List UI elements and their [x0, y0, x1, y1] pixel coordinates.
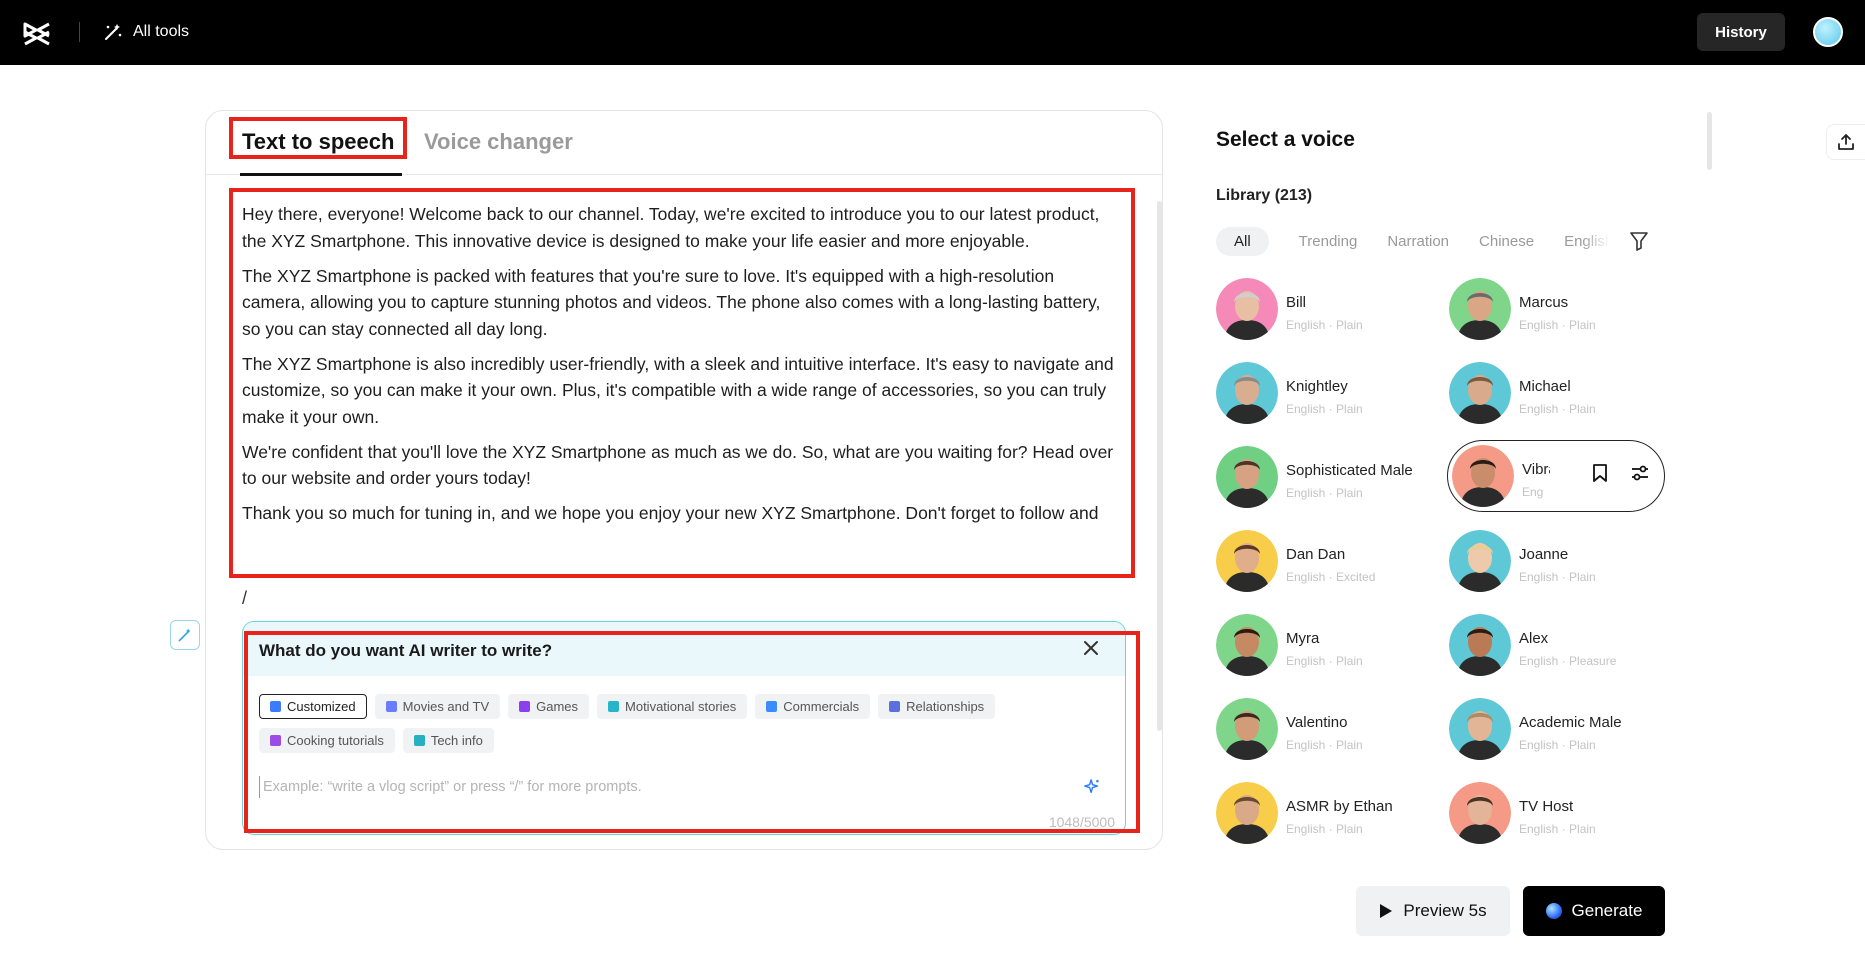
ai-writer-toggle-button[interactable] — [170, 620, 200, 650]
highlight-box-script — [229, 188, 1135, 578]
voice-item[interactable]: TV Host English · Plain — [1449, 781, 1669, 847]
filter-narration[interactable]: Narration — [1387, 233, 1449, 250]
voice-description: English · Plain — [1286, 402, 1363, 416]
play-icon — [1380, 904, 1393, 918]
voice-item[interactable]: Dan Dan English · Excited — [1216, 529, 1436, 595]
all-tools-button[interactable]: All tools — [103, 20, 189, 44]
voice-description: English · Plain — [1519, 822, 1596, 836]
voice-panel-title: Select a voice — [1216, 128, 1355, 151]
voice-description: English · Plain — [1519, 402, 1596, 416]
voice-name: Bill — [1286, 294, 1307, 311]
highlight-box-tab — [229, 117, 407, 159]
voice-avatar — [1216, 614, 1278, 676]
editor-card: Text to speech Voice changer Hey there, … — [205, 110, 1163, 850]
sliders-icon[interactable] — [1630, 463, 1650, 483]
slash-command-text: / — [242, 588, 248, 608]
voice-name: Alex — [1519, 630, 1549, 647]
voice-description: English · Plain — [1286, 822, 1363, 836]
voice-item[interactable]: Academic Male English · Plain — [1449, 697, 1669, 763]
voice-description: English · Plain — [1286, 738, 1363, 752]
voice-item[interactable]: Valentino English · Plain — [1216, 697, 1436, 763]
voice-name: Vibrant — [1522, 461, 1550, 478]
voice-panel-scrollbar[interactable] — [1707, 112, 1712, 170]
voice-item[interactable]: Knightley English · Plain — [1216, 361, 1436, 427]
voice-item[interactable]: ASMR by Ethan English · Plain — [1216, 781, 1436, 847]
all-tools-label: All tools — [133, 23, 190, 40]
magic-wand-icon — [105, 24, 122, 40]
preview-button[interactable]: Preview 5s — [1356, 886, 1510, 936]
voice-avatar — [1449, 362, 1511, 424]
voice-avatar — [1216, 782, 1278, 844]
voice-avatar — [1216, 530, 1278, 592]
magic-wand-icon — [178, 628, 191, 642]
voice-name: Sophisticated Male — [1286, 462, 1413, 479]
top-bar: All tools History — [0, 0, 1865, 65]
filter-trending[interactable]: Trending — [1299, 233, 1358, 250]
capcut-logo-icon[interactable] — [22, 18, 52, 48]
voice-item[interactable]: Joanne English · Plain — [1449, 529, 1669, 595]
voice-item[interactable]: Michael English · Plain — [1449, 361, 1669, 427]
voice-item[interactable]: Sophisticated Male English · Plain — [1216, 445, 1436, 511]
topbar-divider — [79, 22, 80, 42]
user-avatar[interactable] — [1813, 17, 1843, 47]
generate-orb-icon — [1545, 903, 1562, 919]
voice-avatar — [1216, 698, 1278, 760]
active-tab-indicator — [240, 173, 402, 176]
filter-all[interactable]: All — [1216, 226, 1269, 256]
voice-description: English · Plain — [1522, 485, 1544, 499]
voice-description: English · Plain — [1286, 654, 1363, 668]
voice-description: English · Pleasure — [1519, 654, 1617, 668]
voice-actions — [1592, 463, 1650, 483]
voice-item[interactable]: Bill English · Plain — [1216, 277, 1436, 343]
history-button[interactable]: History — [1697, 13, 1785, 51]
voice-avatar — [1449, 278, 1511, 340]
voice-description: English · Plain — [1286, 486, 1363, 500]
library-count: Library (213) — [1216, 187, 1313, 204]
filter-chinese[interactable]: Chinese — [1479, 233, 1534, 250]
voice-avatar — [1449, 614, 1511, 676]
voice-avatar — [1452, 445, 1514, 507]
voice-avatar — [1216, 446, 1278, 508]
voice-avatar — [1449, 698, 1511, 760]
voice-avatar — [1216, 362, 1278, 424]
voice-avatar — [1449, 530, 1511, 592]
highlight-box-ai-writer — [244, 631, 1140, 833]
voice-avatar — [1216, 278, 1278, 340]
voice-name: ASMR by Ethan — [1286, 798, 1393, 815]
filter-icon[interactable] — [1630, 231, 1648, 251]
upload-icon — [1838, 134, 1854, 150]
export-button[interactable] — [1826, 124, 1865, 160]
voice-item[interactable]: Marcus English · Plain — [1449, 277, 1669, 343]
voice-item[interactable]: Myra English · Plain — [1216, 613, 1436, 679]
voice-description: English · Plain — [1519, 570, 1596, 584]
filter-english[interactable]: English — [1564, 233, 1610, 250]
voice-filter-tabs: All Trending Narration Chinese English — [1216, 226, 1656, 256]
voice-name: Valentino — [1286, 714, 1348, 731]
voice-description: English · Plain — [1519, 318, 1596, 332]
generate-button[interactable]: Generate — [1523, 886, 1665, 936]
voice-name: Michael — [1519, 378, 1571, 395]
voice-name: TV Host — [1519, 798, 1574, 815]
voice-name: Myra — [1286, 630, 1320, 647]
voice-name: Knightley — [1286, 378, 1348, 395]
voice-name: Dan Dan — [1286, 546, 1346, 563]
voice-item[interactable]: Alex English · Pleasure — [1449, 613, 1669, 679]
voice-name: Joanne — [1519, 546, 1569, 563]
voice-description: English · Plain — [1519, 738, 1596, 752]
voice-avatar — [1449, 782, 1511, 844]
voice-item[interactable]: Vibrant English · Plain — [1447, 440, 1665, 512]
bookmark-icon[interactable] — [1592, 463, 1608, 483]
voice-name: Marcus — [1519, 294, 1569, 311]
editor-scrollbar[interactable] — [1157, 201, 1162, 731]
voice-name: Academic Male — [1519, 714, 1622, 731]
tab-voice-changer[interactable]: Voice changer — [424, 129, 573, 155]
voice-description: English · Excited — [1286, 570, 1376, 584]
voice-description: English · Plain — [1286, 318, 1363, 332]
